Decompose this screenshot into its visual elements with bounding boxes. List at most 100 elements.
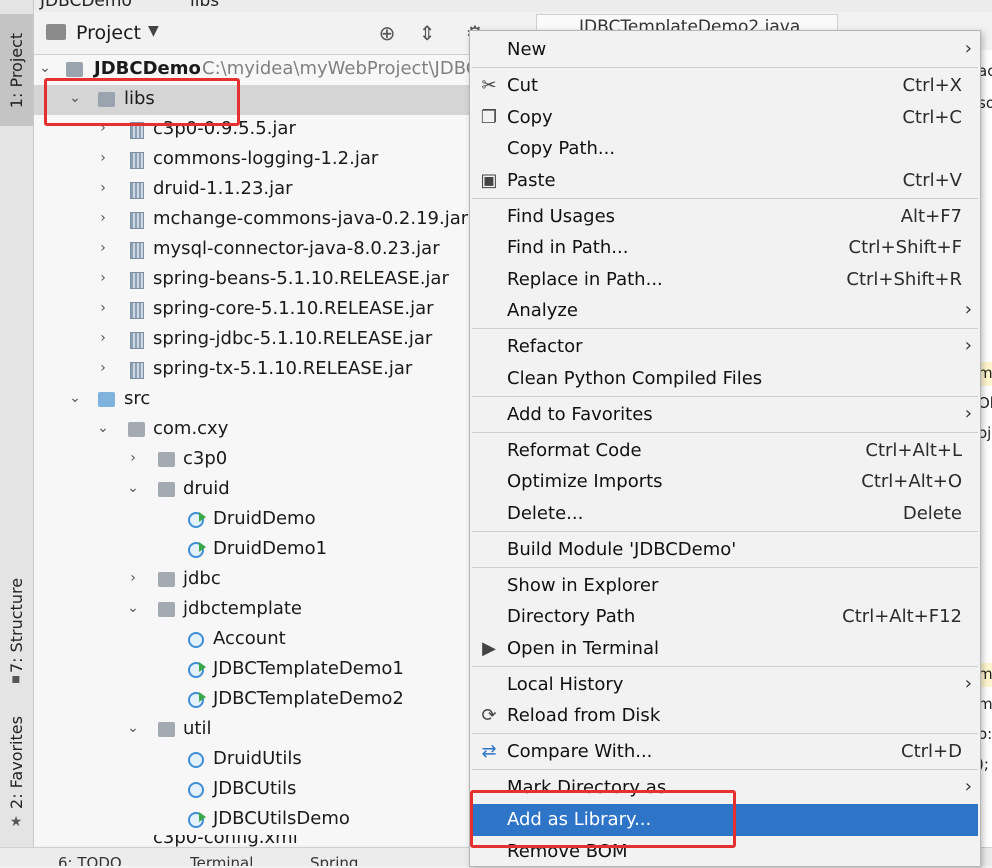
tree-node-class[interactable]: JDBCUtils (34, 775, 470, 805)
tree-node-class[interactable]: DruidDemo1 (34, 535, 470, 565)
chevron-right-icon[interactable]: › (96, 210, 110, 226)
tree-node-config[interactable]: c3p0-config.xml (34, 835, 470, 847)
chevron-right-icon[interactable]: › (96, 180, 110, 196)
menu-item-directory-path[interactable]: Directory Path Ctrl+Alt+F12 (470, 601, 978, 633)
menu-item-copy-path[interactable]: Copy Path... (470, 133, 978, 165)
menu-item-build-module[interactable]: Build Module 'JDBCDemo' (470, 534, 978, 566)
jar-label: druid-1.1.23.jar (153, 178, 293, 199)
tree-node-jdbctemplate[interactable]: ⌄ jdbctemplate (34, 595, 470, 625)
tree-node-jar[interactable]: › spring-beans-5.1.10.RELEASE.jar (34, 265, 470, 295)
tree-node-src[interactable]: ⌄ src (34, 385, 470, 415)
root-name: JDBCDemo (94, 58, 201, 79)
project-tool-tab[interactable]: 1: Project (0, 14, 33, 126)
tree-node-druid[interactable]: ⌄ druid (34, 475, 470, 505)
tree-node-jar[interactable]: › mchange-commons-java-0.2.19.jar (34, 205, 470, 235)
tree-node-jar[interactable]: › spring-core-5.1.10.RELEASE.jar (34, 295, 470, 325)
chevron-right-icon: › (964, 673, 972, 694)
class-label: DruidUtils (213, 748, 302, 769)
menu-item-add-favorites[interactable]: Add to Favorites › (470, 399, 978, 431)
class-label: JDBCUtils (213, 778, 297, 799)
menu-item-new[interactable]: New › (470, 34, 978, 66)
jar-icon (130, 212, 144, 229)
menu-item-clean-python[interactable]: Clean Python Compiled Files (470, 363, 978, 395)
menu-item-show-explorer[interactable]: Show in Explorer (470, 570, 978, 602)
tree-node-class[interactable]: DruidDemo (34, 505, 470, 535)
jdbctemplate-label: jdbctemplate (183, 598, 303, 619)
chevron-down-icon[interactable]: ▼ (148, 23, 159, 39)
menu-shortcut: Ctrl+Shift+F (848, 237, 962, 258)
spring-tab[interactable]: Spring (310, 854, 358, 866)
chevron-right-icon[interactable]: › (96, 270, 110, 286)
tree-node-class[interactable]: DruidUtils (34, 745, 470, 775)
menu-item-optimize-imports[interactable]: Optimize Imports Ctrl+Alt+O (470, 466, 978, 498)
jar-label: spring-beans-5.1.10.RELEASE.jar (153, 268, 449, 289)
menu-item-find-in-path[interactable]: Find in Path... Ctrl+Shift+F (470, 232, 978, 264)
menu-item-label: Add to Favorites (507, 404, 653, 425)
chevron-right-icon[interactable]: › (126, 570, 140, 586)
package-icon (158, 482, 175, 497)
tree-node-class[interactable]: JDBCTemplateDemo2 (34, 685, 470, 715)
tree-node-jar[interactable]: › druid-1.1.23.jar (34, 175, 470, 205)
menu-item-paste[interactable]: ▣ Paste Ctrl+V (470, 165, 978, 197)
menu-shortcut: Delete (902, 503, 962, 524)
menu-item-open-terminal[interactable]: ▶ Open in Terminal (470, 633, 978, 665)
java-class-icon (188, 632, 204, 648)
project-panel-title[interactable]: Project (76, 22, 141, 44)
menu-item-reload[interactable]: ⟳ Reload from Disk (470, 700, 978, 732)
tree-node-jar[interactable]: › spring-jdbc-5.1.10.RELEASE.jar (34, 325, 470, 355)
menu-item-find-usages[interactable]: Find Usages Alt+F7 (470, 201, 978, 233)
chevron-down-icon[interactable]: ⌄ (126, 480, 140, 496)
menu-separator (472, 666, 978, 667)
menu-item-copy[interactable]: ❐ Copy Ctrl+C (470, 102, 978, 134)
java-class-icon (188, 782, 204, 798)
chevron-right-icon[interactable]: › (96, 150, 110, 166)
locate-icon[interactable]: ⊕ (374, 20, 400, 46)
tree-node-jar[interactable]: › commons-logging-1.2.jar (34, 145, 470, 175)
project-panel-header: Project ▼ ⊕ ⇕ ⚙ (34, 14, 534, 55)
menu-item-label: Directory Path (507, 606, 636, 627)
collapse-all-icon[interactable]: ⇕ (414, 20, 440, 46)
menu-item-local-history[interactable]: Local History › (470, 669, 978, 701)
package-icon (128, 422, 145, 437)
jar-label: spring-core-5.1.10.RELEASE.jar (153, 298, 434, 319)
tree-node-util[interactable]: ⌄ util (34, 715, 470, 745)
tree-node-jdbc[interactable]: › jdbc (34, 565, 470, 595)
chevron-right-icon[interactable]: › (96, 300, 110, 316)
todo-tab[interactable]: 6: TODO (58, 854, 122, 866)
tree-node-class[interactable]: JDBCTemplateDemo1 (34, 655, 470, 685)
chevron-right-icon[interactable]: › (96, 330, 110, 346)
chevron-down-icon[interactable]: ⌄ (96, 420, 110, 436)
tree-node-class[interactable]: Account (34, 625, 470, 655)
menu-item-cut[interactable]: ✂ Cut Ctrl+X (470, 70, 978, 102)
breadcrumb: JDBCDemo libs (0, 0, 992, 12)
menu-separator (472, 531, 978, 532)
chevron-right-icon[interactable]: › (126, 450, 140, 466)
jar-label: spring-jdbc-5.1.10.RELEASE.jar (153, 328, 433, 349)
menu-item-replace-in-path[interactable]: Replace in Path... Ctrl+Shift+R (470, 264, 978, 296)
menu-item-delete[interactable]: Delete... Delete (470, 498, 978, 530)
menu-item-analyze[interactable]: Analyze › (470, 295, 978, 327)
menu-item-label: Show in Explorer (507, 575, 659, 596)
chevron-down-icon[interactable]: ⌄ (38, 60, 52, 76)
chevron-right-icon[interactable]: › (96, 360, 110, 376)
breadcrumb-project[interactable]: JDBCDemo (40, 0, 132, 11)
menu-item-label: Replace in Path... (507, 269, 663, 290)
tree-node-jar[interactable]: › mysql-connector-java-8.0.23.jar (34, 235, 470, 265)
menu-item-reformat[interactable]: Reformat Code Ctrl+Alt+L (470, 435, 978, 467)
package-label: com.cxy (153, 418, 229, 439)
menu-item-refactor[interactable]: Refactor › (470, 331, 978, 363)
favorites-tool-tab[interactable]: 2: Favorites (0, 712, 33, 812)
menu-separator (472, 328, 978, 329)
chevron-down-icon[interactable]: ⌄ (126, 720, 140, 736)
breadcrumb-folder[interactable]: libs (190, 0, 219, 11)
chevron-down-icon[interactable]: ⌄ (126, 600, 140, 616)
terminal-tab[interactable]: Terminal (190, 854, 253, 866)
tree-node-package[interactable]: ⌄ com.cxy (34, 415, 470, 445)
menu-item-compare[interactable]: ⇄ Compare With... Ctrl+D (470, 736, 978, 768)
tree-node-class[interactable]: JDBCUtilsDemo (34, 805, 470, 835)
chevron-down-icon[interactable]: ⌄ (68, 390, 82, 406)
tree-node-c3p0[interactable]: › c3p0 (34, 445, 470, 475)
class-label: JDBCTemplateDemo2 (213, 688, 404, 709)
chevron-right-icon[interactable]: › (96, 240, 110, 256)
tree-node-jar[interactable]: › spring-tx-5.1.10.RELEASE.jar (34, 355, 470, 385)
